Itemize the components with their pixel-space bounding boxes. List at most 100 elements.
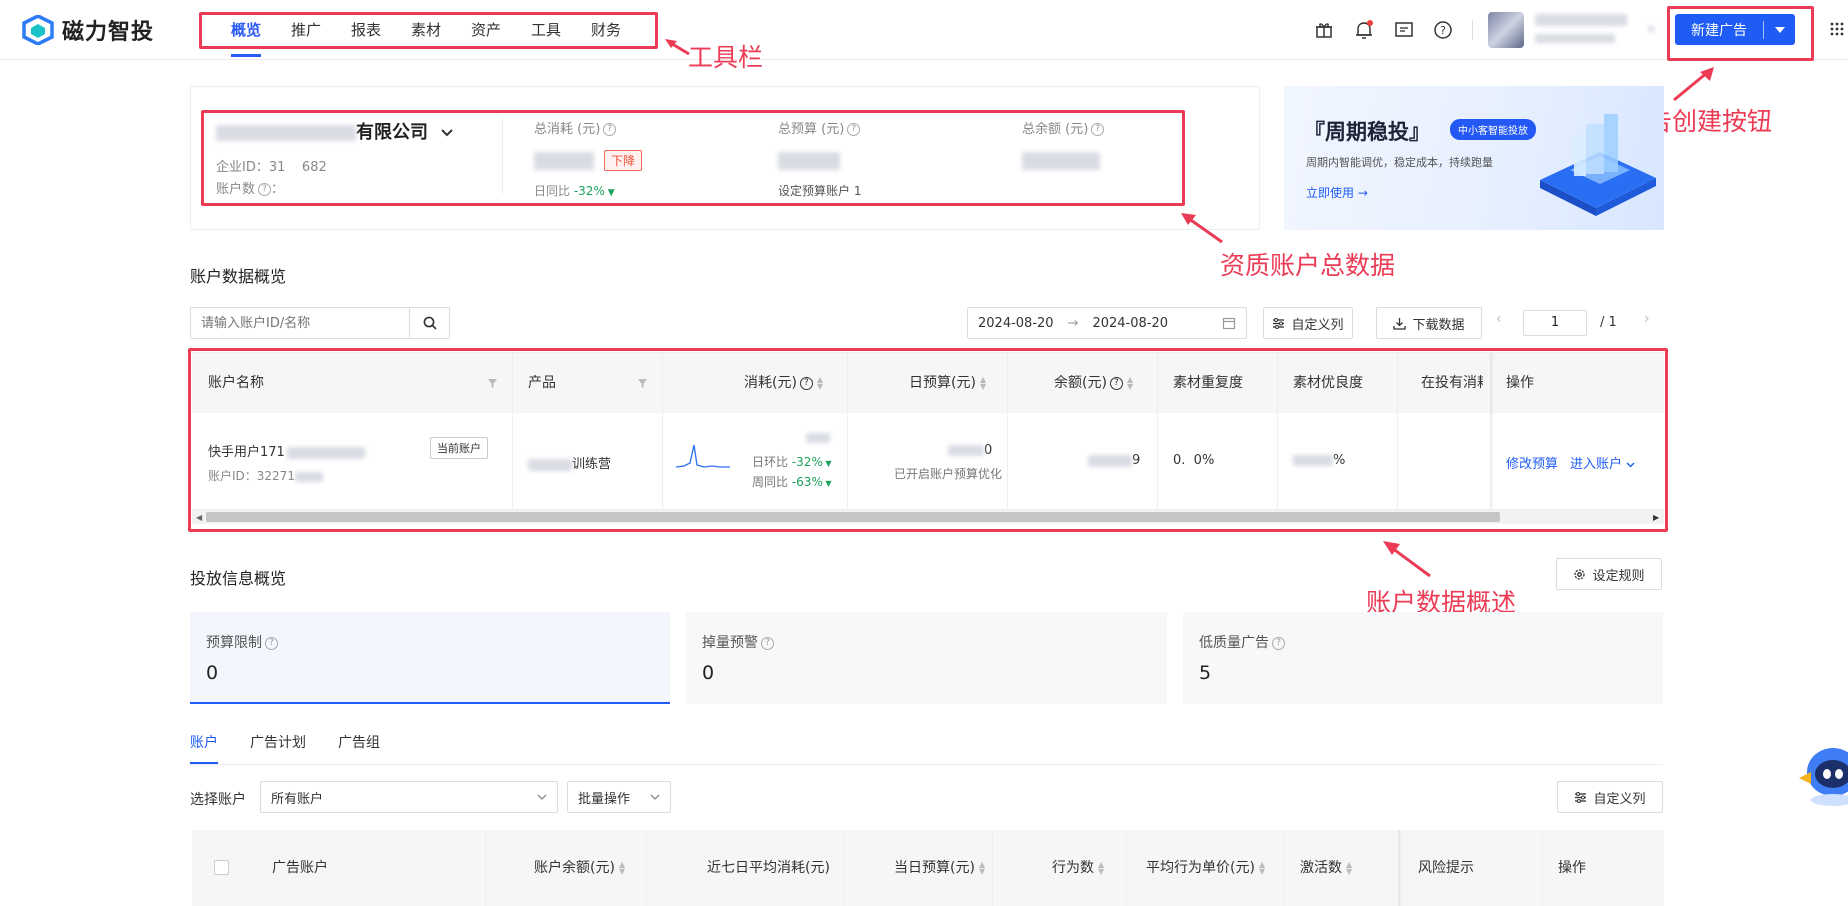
prev-page-icon[interactable]: ‹ [1496,311,1502,327]
col-divider [844,830,845,906]
set-rules-label: 设定规则 [1592,568,1645,584]
user-name-blurred [1535,14,1627,26]
filter-icon[interactable] [638,379,647,388]
sort-icon[interactable]: ▲ ▼ [1259,861,1265,876]
account-search [190,307,450,339]
col-actions-count-label: 行为数 [1052,860,1094,876]
date-start[interactable]: 2024-08-20 [978,316,1054,331]
total-spend-label: 总消耗 (元)? [534,118,617,137]
banner-title: 『周期稳投』 [1304,120,1430,144]
toolbar-highlight [199,12,658,49]
spend-dod-label: 日同比 [534,184,571,198]
help-icon[interactable]: ? [1109,376,1123,390]
help-icon[interactable]: ? [603,123,617,136]
custom-columns-label: 自定义列 [1291,317,1344,333]
enterprise-id: 企业ID：31 682 [216,156,327,175]
sort-icon[interactable]: ▲ ▼ [1098,861,1104,876]
select-all-checkbox[interactable] [214,860,229,875]
download-data-label: 下载数据 [1412,317,1465,333]
col-daily-budget-label: 日预算(元) [909,375,976,391]
gift-icon[interactable] [1313,19,1335,41]
set-rules-button[interactable]: 设定规则 [1556,558,1662,590]
help-icon[interactable]: ? [1091,123,1105,136]
enterprise-id-label: 企业ID： [216,160,269,175]
banner-cta[interactable]: 立即使用 → [1306,184,1368,201]
account-search-input[interactable] [191,308,409,338]
sort-icon[interactable]: ▲ ▼ [1127,376,1133,391]
total-budget-value-blurred [778,152,840,170]
help-icon[interactable]: ? [1272,636,1285,650]
qual-summary-annotation: 资质账户总数据 [1220,251,1396,280]
sliders-icon [1273,317,1285,329]
kpi-low-quality-ads[interactable]: 低质量广告? 5 [1183,612,1663,704]
row-daily-budget-value: 0 [984,443,993,458]
current-account-tag: 当前账户 [430,437,488,459]
company-name[interactable]: 有限公司 [216,118,454,144]
row-balance-blurred [1088,454,1132,467]
row-balance-value: 9 [1132,453,1141,468]
assistant-bot-icon[interactable] [1797,738,1848,808]
search-button[interactable] [409,308,449,338]
filter-icon[interactable] [488,379,497,388]
create-button-arrow [1673,67,1714,102]
promo-banner[interactable]: 『周期稳投』 中小客智能投放 周期内智能调优，稳定成本，持续跑量 立即使用 → [1284,86,1664,230]
account-select[interactable]: 所有账户 [260,781,558,813]
batch-operation-select[interactable]: 批量操作 [567,781,671,813]
brand-logo[interactable]: 磁力智投 [22,14,154,46]
custom-columns-button-2[interactable]: 自定义列 [1557,781,1663,813]
page-number-input[interactable]: 1 [1523,310,1587,336]
download-data-button[interactable]: 下载数据 [1376,307,1482,339]
sort-icon[interactable]: ▲ ▼ [1346,861,1352,876]
user-menu-dot[interactable] [1648,26,1654,32]
col-balance: 余额(元)? ▲ ▼ [1054,353,1133,413]
company-name-suffix: 有限公司 [356,122,428,143]
col-divider [1284,830,1285,906]
account-count: 账户数?： [216,178,284,197]
help-icon[interactable]: ? [1432,19,1454,41]
row-account-name[interactable]: 快手用户171 [208,441,365,460]
tab-ad-plans[interactable]: 广告计划 [250,732,306,752]
sort-icon[interactable]: ▲ ▼ [979,861,985,876]
sort-icon[interactable]: ▲ ▼ [619,861,625,876]
custom-columns-label-2: 自定义列 [1593,791,1646,807]
sort-icon[interactable]: ▲ ▼ [817,376,823,391]
qual-summary-arrow [1181,213,1223,244]
edit-budget-link[interactable]: 修改预算 [1506,453,1558,472]
help-icon[interactable]: ? [265,636,278,650]
tab-accounts[interactable]: 账户 [190,732,218,752]
date-range-picker[interactable]: 2024-08-20 → 2024-08-20 [967,307,1247,339]
scroll-left-icon[interactable]: ◀ [196,513,202,522]
horizontal-scrollbar[interactable]: ◀ ▶ [192,510,1664,524]
sort-icon[interactable]: ▲ ▼ [980,376,986,391]
col-actions-count: 行为数 ▲ ▼ [1052,830,1104,906]
help-icon[interactable]: ? [258,183,272,196]
tab-ad-groups[interactable]: 广告组 [338,732,380,752]
next-page-icon[interactable]: › [1644,311,1650,327]
user-avatar[interactable] [1488,12,1524,48]
help-icon[interactable]: ? [799,376,813,390]
row-daily-budget: 0 [948,443,992,458]
total-budget-text: 总预算 (元) [778,122,845,137]
message-icon[interactable] [1393,19,1415,41]
notification-bell-icon[interactable] [1353,19,1375,41]
help-icon[interactable]: ? [761,636,774,650]
header-divider [1472,20,1473,40]
enter-account-link[interactable]: 进入账户 [1570,453,1635,472]
help-icon[interactable]: ? [847,123,861,136]
total-balance-label: 总余额 (元)? [1022,118,1105,137]
custom-columns-button[interactable]: 自定义列 [1263,307,1353,339]
kpi-low-quality-label: 低质量广告? [1199,632,1285,652]
kpi-drop-warning-value: 0 [702,662,715,684]
date-end[interactable]: 2024-08-20 [1092,316,1168,331]
enter-account-label: 进入账户 [1570,457,1623,472]
col-actions: 操作 [1506,375,1534,391]
scrollbar-thumb[interactable] [206,512,1500,522]
row-account-id: 账户ID：32271 [208,467,323,484]
row-spend-dod-value: -32% [791,455,823,469]
kpi-drop-warning[interactable]: 掉量预警? 0 [686,612,1167,704]
budget-accounts: 设定预算账户 1 [778,184,862,198]
kpi-budget-limit[interactable]: 预算限制? 0 [190,612,670,704]
scroll-right-icon[interactable]: ▶ [1653,513,1659,522]
col-ops: 操作 [1558,860,1586,876]
apps-grid-icon[interactable] [1830,22,1844,36]
